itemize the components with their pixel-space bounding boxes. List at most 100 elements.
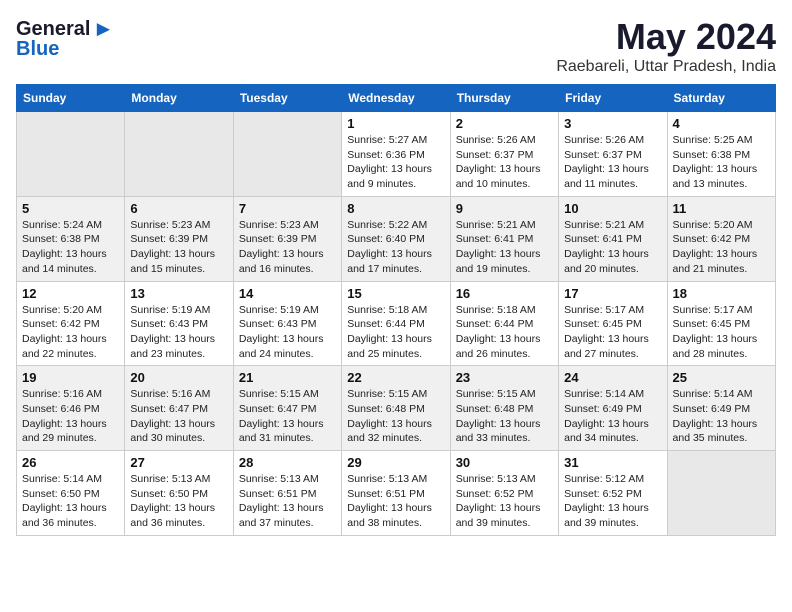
day-number: 2 <box>456 116 553 131</box>
day-number: 18 <box>673 286 770 301</box>
day-info: Sunrise: 5:12 AMSunset: 6:52 PMDaylight:… <box>564 472 661 531</box>
day-info: Sunrise: 5:18 AMSunset: 6:44 PMDaylight:… <box>347 303 444 362</box>
day-number: 20 <box>130 370 227 385</box>
day-info: Sunrise: 5:19 AMSunset: 6:43 PMDaylight:… <box>239 303 336 362</box>
calendar-cell <box>17 112 125 197</box>
calendar-week-row: 12 Sunrise: 5:20 AMSunset: 6:42 PMDayligh… <box>17 281 776 366</box>
day-info: Sunrise: 5:18 AMSunset: 6:44 PMDaylight:… <box>456 303 553 362</box>
day-number: 23 <box>456 370 553 385</box>
day-info: Sunrise: 5:15 AMSunset: 6:48 PMDaylight:… <box>456 387 553 446</box>
day-number: 27 <box>130 455 227 470</box>
calendar-cell: 9 Sunrise: 5:21 AMSunset: 6:41 PMDaylight… <box>450 196 558 281</box>
logo-blue: Blue <box>16 38 59 61</box>
day-info: Sunrise: 5:20 AMSunset: 6:42 PMDaylight:… <box>22 303 119 362</box>
calendar-cell: 28 Sunrise: 5:13 AMSunset: 6:51 PMDayligh… <box>233 451 341 536</box>
header-tuesday: Tuesday <box>233 85 341 112</box>
calendar-cell: 23 Sunrise: 5:15 AMSunset: 6:48 PMDayligh… <box>450 366 558 451</box>
day-info: Sunrise: 5:20 AMSunset: 6:42 PMDaylight:… <box>673 218 770 277</box>
calendar-cell: 16 Sunrise: 5:18 AMSunset: 6:44 PMDayligh… <box>450 281 558 366</box>
calendar-cell: 1 Sunrise: 5:27 AMSunset: 6:36 PMDaylight… <box>342 112 450 197</box>
header-thursday: Thursday <box>450 85 558 112</box>
day-info: Sunrise: 5:13 AMSunset: 6:51 PMDaylight:… <box>347 472 444 531</box>
header-friday: Friday <box>559 85 667 112</box>
calendar-cell: 24 Sunrise: 5:14 AMSunset: 6:49 PMDayligh… <box>559 366 667 451</box>
calendar-cell: 20Sunrise: 5:16 AMSunset: 6:47 PMDayligh… <box>125 366 233 451</box>
day-info: Sunrise: 5:17 AMSunset: 6:45 PMDaylight:… <box>564 303 661 362</box>
day-info: Sunrise: 5:15 AMSunset: 6:47 PMDaylight:… <box>239 387 336 446</box>
day-info: Sunrise: 5:15 AMSunset: 6:48 PMDaylight:… <box>347 387 444 446</box>
logo-bird-icon: ► <box>92 16 114 42</box>
day-number: 16 <box>456 286 553 301</box>
day-number: 14 <box>239 286 336 301</box>
day-info: Sunrise: 5:23 AMSunset: 6:39 PMDaylight:… <box>239 218 336 277</box>
day-number: 26 <box>22 455 119 470</box>
header-monday: Monday <box>125 85 233 112</box>
calendar-cell: 25Sunrise: 5:14 AMSunset: 6:49 PMDayligh… <box>667 366 775 451</box>
calendar-cell: 31 Sunrise: 5:12 AMSunset: 6:52 PMDayligh… <box>559 451 667 536</box>
header-wednesday: Wednesday <box>342 85 450 112</box>
day-info: Sunrise: 5:27 AMSunset: 6:36 PMDaylight:… <box>347 133 444 192</box>
day-info: Sunrise: 5:13 AMSunset: 6:50 PMDaylight:… <box>130 472 227 531</box>
day-number: 8 <box>347 201 444 216</box>
calendar-cell: 4Sunrise: 5:25 AMSunset: 6:38 PMDaylight… <box>667 112 775 197</box>
calendar-cell: 12 Sunrise: 5:20 AMSunset: 6:42 PMDayligh… <box>17 281 125 366</box>
day-number: 19 <box>22 370 119 385</box>
calendar-cell: 22 Sunrise: 5:15 AMSunset: 6:48 PMDayligh… <box>342 366 450 451</box>
day-number: 11 <box>673 201 770 216</box>
day-info: Sunrise: 5:21 AMSunset: 6:41 PMDaylight:… <box>456 218 553 277</box>
calendar-cell: 21 Sunrise: 5:15 AMSunset: 6:47 PMDayligh… <box>233 366 341 451</box>
day-info: Sunrise: 5:14 AMSunset: 6:50 PMDaylight:… <box>22 472 119 531</box>
day-info: Sunrise: 5:26 AMSunset: 6:37 PMDaylight:… <box>564 133 661 192</box>
header-row: Sunday Monday Tuesday Wednesday Thursday… <box>17 85 776 112</box>
calendar-week-row: 26 Sunrise: 5:14 AMSunset: 6:50 PMDayligh… <box>17 451 776 536</box>
day-info: Sunrise: 5:21 AMSunset: 6:41 PMDaylight:… <box>564 218 661 277</box>
day-number: 6 <box>130 201 227 216</box>
calendar-cell: 3 Sunrise: 5:26 AMSunset: 6:37 PMDaylight… <box>559 112 667 197</box>
calendar-cell: 5Sunrise: 5:24 AMSunset: 6:38 PMDaylight… <box>17 196 125 281</box>
day-number: 22 <box>347 370 444 385</box>
calendar-week-row: 19 Sunrise: 5:16 AMSunset: 6:46 PMDayligh… <box>17 366 776 451</box>
day-number: 3 <box>564 116 661 131</box>
calendar-table: Sunday Monday Tuesday Wednesday Thursday… <box>16 84 776 536</box>
calendar-cell: 11 Sunrise: 5:20 AMSunset: 6:42 PMDayligh… <box>667 196 775 281</box>
calendar-cell <box>233 112 341 197</box>
day-number: 31 <box>564 455 661 470</box>
day-number: 29 <box>347 455 444 470</box>
day-info: Sunrise: 5:17 AMSunset: 6:45 PMDaylight:… <box>673 303 770 362</box>
calendar-cell: 6 Sunrise: 5:23 AMSunset: 6:39 PMDaylight… <box>125 196 233 281</box>
calendar-cell: 2Sunrise: 5:26 AMSunset: 6:37 PMDaylight… <box>450 112 558 197</box>
calendar-cell: 8Sunrise: 5:22 AMSunset: 6:40 PMDaylight… <box>342 196 450 281</box>
day-number: 17 <box>564 286 661 301</box>
calendar-cell: 7Sunrise: 5:23 AMSunset: 6:39 PMDaylight… <box>233 196 341 281</box>
calendar-location: Raebareli, Uttar Pradesh, India <box>556 58 776 76</box>
calendar-cell: 27 Sunrise: 5:13 AMSunset: 6:50 PMDayligh… <box>125 451 233 536</box>
calendar-cell: 19 Sunrise: 5:16 AMSunset: 6:46 PMDayligh… <box>17 366 125 451</box>
day-number: 9 <box>456 201 553 216</box>
day-info: Sunrise: 5:24 AMSunset: 6:38 PMDaylight:… <box>22 218 119 277</box>
day-number: 4 <box>673 116 770 131</box>
day-info: Sunrise: 5:13 AMSunset: 6:52 PMDaylight:… <box>456 472 553 531</box>
day-number: 1 <box>347 116 444 131</box>
day-info: Sunrise: 5:23 AMSunset: 6:39 PMDaylight:… <box>130 218 227 277</box>
calendar-cell: 29 Sunrise: 5:13 AMSunset: 6:51 PMDayligh… <box>342 451 450 536</box>
calendar-cell: 30 Sunrise: 5:13 AMSunset: 6:52 PMDayligh… <box>450 451 558 536</box>
calendar-cell: 13Sunrise: 5:19 AMSunset: 6:43 PMDayligh… <box>125 281 233 366</box>
header-saturday: Saturday <box>667 85 775 112</box>
day-number: 28 <box>239 455 336 470</box>
calendar-cell: 17 Sunrise: 5:17 AMSunset: 6:45 PMDayligh… <box>559 281 667 366</box>
day-info: Sunrise: 5:14 AMSunset: 6:49 PMDaylight:… <box>564 387 661 446</box>
day-info: Sunrise: 5:13 AMSunset: 6:51 PMDaylight:… <box>239 472 336 531</box>
day-number: 15 <box>347 286 444 301</box>
calendar-week-row: 1 Sunrise: 5:27 AMSunset: 6:36 PMDaylight… <box>17 112 776 197</box>
day-number: 30 <box>456 455 553 470</box>
day-number: 24 <box>564 370 661 385</box>
day-info: Sunrise: 5:19 AMSunset: 6:43 PMDaylight:… <box>130 303 227 362</box>
day-number: 12 <box>22 286 119 301</box>
calendar-cell: 14 Sunrise: 5:19 AMSunset: 6:43 PMDayligh… <box>233 281 341 366</box>
day-number: 21 <box>239 370 336 385</box>
day-info: Sunrise: 5:14 AMSunset: 6:49 PMDaylight:… <box>673 387 770 446</box>
page-header: General ► Blue May 2024 Raebareli, Uttar… <box>16 16 776 76</box>
title-block: May 2024 Raebareli, Uttar Pradesh, India <box>556 16 776 76</box>
header-sunday: Sunday <box>17 85 125 112</box>
day-info: Sunrise: 5:16 AMSunset: 6:46 PMDaylight:… <box>22 387 119 446</box>
